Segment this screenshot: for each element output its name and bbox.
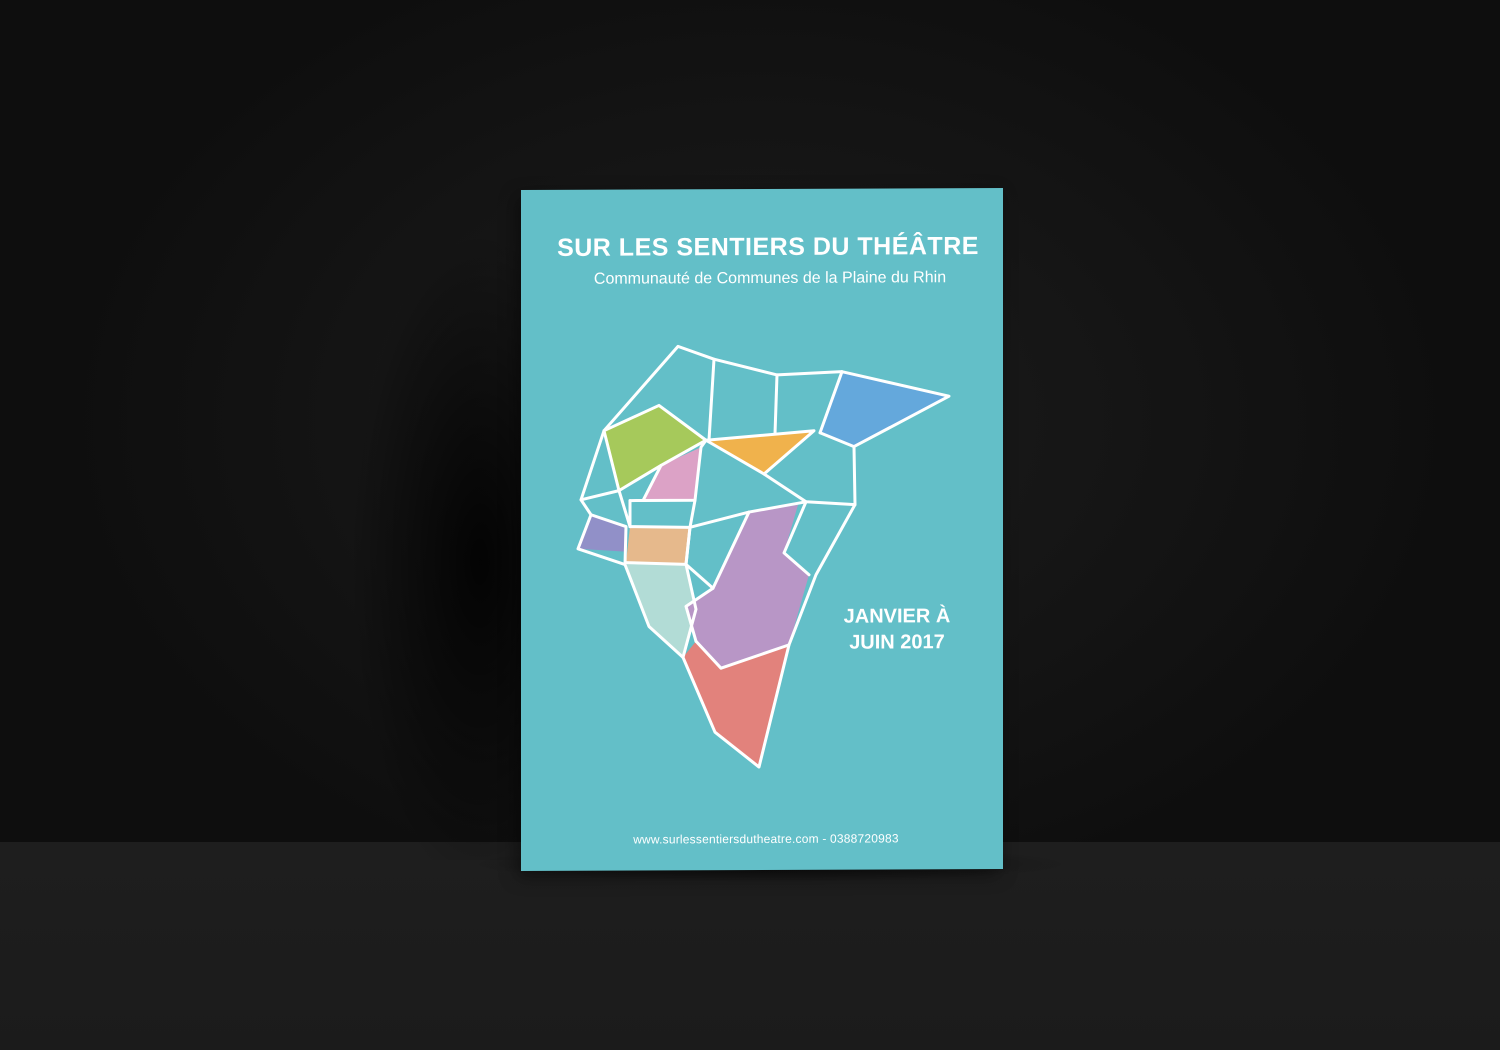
map-illustration: [576, 344, 951, 769]
poster-title: SUR LES SENTIERS DU THÉÂTRE: [557, 232, 979, 262]
date-line-1: JANVIER À: [843, 605, 951, 628]
website-and-phone: www.surlessentiersdutheatre.com - 038872…: [633, 831, 899, 847]
date-range: JANVIER À JUIN 2017: [827, 603, 967, 656]
map-region-peach: [626, 526, 690, 565]
poster: SUR LES SENTIERS DU THÉÂTRE Communauté d…: [521, 187, 1003, 872]
poster-subtitle: Communauté de Communes de la Plaine du R…: [593, 269, 947, 288]
date-line-2: JUIN 2017: [849, 631, 945, 654]
map-region-orange: [706, 430, 814, 474]
